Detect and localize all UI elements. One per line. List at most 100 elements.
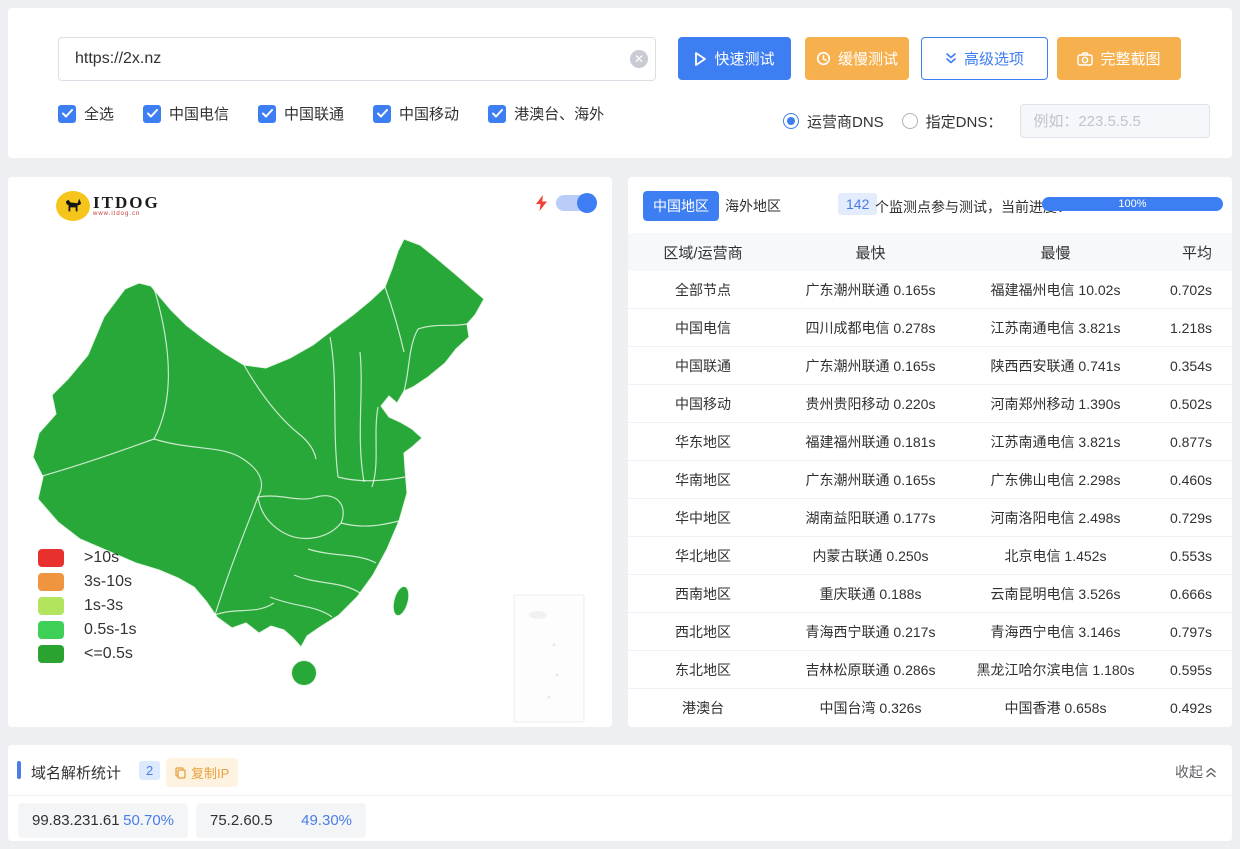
quick-test-button[interactable]: 快速测试	[678, 37, 791, 80]
logo-title: ITDOG	[93, 194, 160, 211]
camera-icon	[1077, 52, 1093, 66]
checkbox-china-mobile[interactable]: 中国移动	[373, 103, 459, 124]
legend-swatch	[38, 597, 64, 615]
clock-icon	[816, 51, 831, 66]
cell-slowest: 广东佛山电信 2.298s	[963, 470, 1148, 490]
map-mode-toggle[interactable]	[556, 195, 596, 211]
cell-fastest: 中国台湾 0.326s	[778, 698, 963, 718]
chevrons-up-icon	[1206, 767, 1216, 778]
title-accent-bar	[17, 761, 21, 779]
cell-fastest: 重庆联通 0.188s	[778, 584, 963, 604]
cell-average: 0.502s	[1148, 396, 1232, 412]
dns-count-badge: 2	[139, 761, 160, 780]
table-row: 西北地区 青海西宁联通 0.217s 青海西宁电信 3.146s 0.797s	[628, 613, 1232, 651]
cell-region: 华南地区	[628, 470, 778, 490]
ip-chip: 99.83.231.61 50.70%	[18, 803, 188, 838]
checkbox-china-telecom[interactable]: 中国电信	[143, 103, 229, 124]
legend-item: 0.5s-1s	[38, 621, 136, 639]
cell-region: 华中地区	[628, 508, 778, 528]
cell-region: 全部节点	[628, 280, 778, 300]
checkbox-china-unicom[interactable]: 中国联通	[258, 103, 344, 124]
advanced-options-button[interactable]: 高级选项	[921, 37, 1048, 80]
cell-average: 0.702s	[1148, 282, 1232, 298]
cell-slowest: 青海西宁电信 3.146s	[963, 622, 1148, 642]
logo-subtitle: www.itdog.cn	[93, 211, 160, 218]
radio-dot	[787, 117, 795, 125]
tab-overseas-region[interactable]: 海外地区	[725, 196, 781, 216]
checkbox-select-all[interactable]: 全选	[58, 103, 114, 124]
checkbox-checked-icon	[58, 105, 76, 123]
table-row: 华北地区 内蒙古联通 0.250s 北京电信 1.452s 0.553s	[628, 537, 1232, 575]
table-row: 港澳台 中国台湾 0.326s 中国香港 0.658s 0.492s	[628, 689, 1232, 727]
cell-fastest: 吉林松原联通 0.286s	[778, 660, 963, 680]
cell-average: 1.218s	[1148, 320, 1232, 336]
checkbox-hmt-overseas[interactable]: 港澳台、海外	[488, 103, 604, 124]
table-row: 中国电信 四川成都电信 0.278s 江苏南通电信 3.821s 1.218s	[628, 309, 1232, 347]
custom-dns-input[interactable]	[1020, 104, 1210, 138]
test-control-panel: ✕ 快速测试 缓慢测试 高级选项 完整截图 全选 中国电信 中国联通 中国移动	[8, 8, 1232, 158]
url-input[interactable]	[58, 37, 656, 81]
checkbox-checked-icon	[373, 105, 391, 123]
cell-fastest: 内蒙古联通 0.250s	[778, 546, 963, 566]
chevrons-down-icon	[945, 52, 957, 65]
itdog-logo: ITDOG www.itdog.cn	[56, 191, 160, 221]
table-row: 中国联通 广东潮州联通 0.165s 陕西西安联通 0.741s 0.354s	[628, 347, 1232, 385]
results-panel: 中国地区 海外地区 142 个监测点参与测试，当前进度： 100% 区域/运营商…	[628, 177, 1232, 727]
table-row: 西南地区 重庆联通 0.188s 云南昆明电信 3.526s 0.666s	[628, 575, 1232, 613]
cell-slowest: 中国香港 0.658s	[963, 698, 1148, 718]
cell-slowest: 陕西西安联通 0.741s	[963, 356, 1148, 376]
quick-test-label: 快速测试	[714, 48, 774, 69]
collapse-button[interactable]: 收起	[1175, 762, 1216, 782]
carrier-checkbox-row: 全选 中国电信 中国联通 中国移动 港澳台、海外	[58, 103, 604, 124]
full-screenshot-label: 完整截图	[1100, 48, 1160, 69]
legend-swatch	[38, 621, 64, 639]
table-header-row: 区域/运营商 最快 最慢 平均	[628, 233, 1232, 271]
cell-fastest: 广东潮州联通 0.165s	[778, 280, 963, 300]
copy-ip-label: 复制IP	[191, 763, 229, 782]
radio-custom-dns[interactable]	[902, 113, 918, 129]
cell-region: 华东地区	[628, 432, 778, 452]
col-header-average: 平均	[1148, 242, 1232, 263]
ip-percent: 49.30%	[301, 812, 352, 829]
taiwan-shape	[390, 585, 411, 618]
divider	[8, 795, 1232, 796]
cell-average: 0.460s	[1148, 472, 1232, 488]
tab-china-region[interactable]: 中国地区	[643, 191, 719, 221]
slow-test-label: 缓慢测试	[838, 48, 898, 69]
monitor-progress-text: 个监测点参与测试，当前进度：	[875, 197, 1071, 217]
cell-average: 0.492s	[1148, 700, 1232, 716]
cell-region: 港澳台	[628, 698, 778, 718]
cell-slowest: 河南郑州移动 1.390s	[963, 394, 1148, 414]
radio-carrier-dns[interactable]	[783, 113, 799, 129]
checkbox-label: 港澳台、海外	[514, 103, 604, 124]
cell-fastest: 四川成都电信 0.278s	[778, 318, 963, 338]
clear-input-icon[interactable]: ✕	[630, 50, 648, 68]
toggle-knob	[577, 193, 597, 213]
legend-label: <=0.5s	[84, 645, 133, 663]
legend-swatch	[38, 573, 64, 591]
cell-average: 0.354s	[1148, 358, 1232, 374]
legend-label: >10s	[84, 549, 119, 567]
lightning-icon	[536, 195, 547, 211]
checkbox-checked-icon	[143, 105, 161, 123]
legend-label: 1s-3s	[84, 597, 123, 615]
dns-option-row: 运营商DNS 指定DNS：	[783, 104, 1210, 138]
cell-fastest: 青海西宁联通 0.217s	[778, 622, 963, 642]
full-screenshot-button[interactable]: 完整截图	[1057, 37, 1181, 80]
table-row: 全部节点 广东潮州联通 0.165s 福建福州电信 10.02s 0.702s	[628, 271, 1232, 309]
copy-ip-button[interactable]: 复制IP	[166, 758, 238, 787]
checkbox-label: 全选	[84, 103, 114, 124]
cell-average: 0.666s	[1148, 586, 1232, 602]
slow-test-button[interactable]: 缓慢测试	[805, 37, 909, 80]
checkbox-checked-icon	[488, 105, 506, 123]
cell-region: 中国移动	[628, 394, 778, 414]
table-row: 东北地区 吉林松原联通 0.286s 黑龙江哈尔滨电信 1.180s 0.595…	[628, 651, 1232, 689]
cell-average: 0.595s	[1148, 662, 1232, 678]
cell-region: 西北地区	[628, 622, 778, 642]
cell-fastest: 福建福州联通 0.181s	[778, 432, 963, 452]
cell-region: 西南地区	[628, 584, 778, 604]
col-header-fastest: 最快	[778, 242, 963, 263]
south-china-sea-inset	[514, 595, 584, 722]
radio-carrier-dns-label: 运营商DNS	[807, 111, 884, 132]
cell-region: 中国联通	[628, 356, 778, 376]
